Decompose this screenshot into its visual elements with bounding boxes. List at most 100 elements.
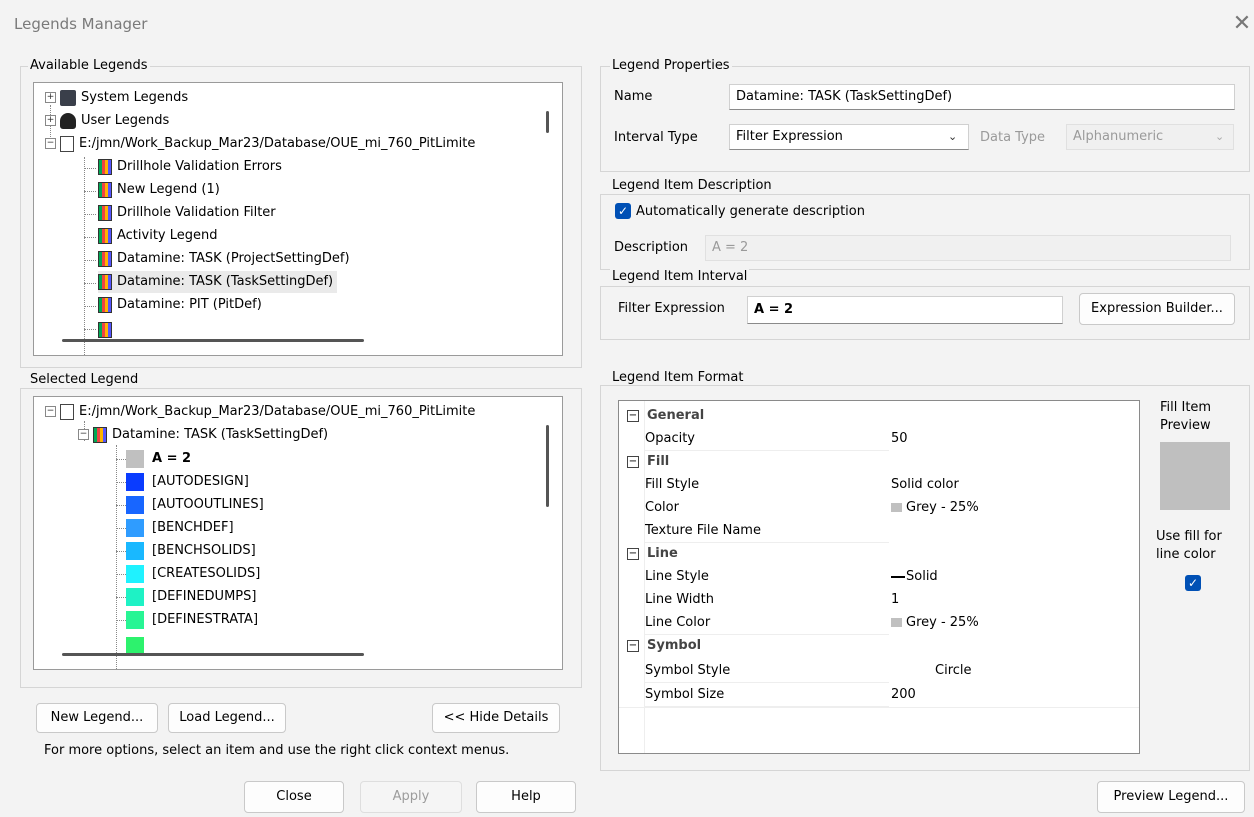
collapse-icon[interactable]: − xyxy=(45,406,56,417)
prop-row-color[interactable]: Color Grey - 25% xyxy=(619,496,1139,520)
legend-item[interactable]: [AUTODESIGN] xyxy=(126,471,249,493)
color-swatch xyxy=(126,495,144,514)
file-icon xyxy=(60,403,74,420)
prop-row-symbol-size[interactable]: Symbol Size 200 xyxy=(619,683,1139,707)
prop-row-line-color[interactable]: Line Color Grey - 25% xyxy=(619,611,1139,635)
prop-row-opacity[interactable]: Opacity 50 xyxy=(619,427,1139,451)
vertical-scrollbar[interactable] xyxy=(546,425,549,507)
collapse-icon[interactable]: − xyxy=(627,547,639,560)
color-swatch xyxy=(126,472,144,491)
chevron-down-icon: ⌄ xyxy=(1215,130,1225,143)
expand-icon[interactable]: + xyxy=(45,92,56,103)
close-button[interactable]: Close xyxy=(244,781,344,813)
interval-type-select[interactable]: Filter Expression xyxy=(729,124,969,150)
collapse-icon[interactable]: − xyxy=(627,639,639,652)
use-fill-label: Use fill for line color xyxy=(1156,529,1222,562)
legend-properties-label: Legend Properties xyxy=(610,58,732,73)
horizontal-scrollbar[interactable] xyxy=(62,653,364,656)
legend-icon xyxy=(98,296,112,313)
expand-icon[interactable]: + xyxy=(45,115,56,126)
category-symbol[interactable]: − Symbol xyxy=(619,634,1139,657)
preview-legend-button[interactable]: Preview Legend... xyxy=(1097,781,1245,813)
legend-item[interactable]: [DEFINESTRATA] xyxy=(126,609,258,631)
tree-item-legend[interactable]: Activity Legend xyxy=(98,225,218,247)
tree-item-legend-partial xyxy=(98,319,117,341)
tree-item-legend-selected[interactable]: Datamine: TASK (TaskSettingDef) xyxy=(98,271,338,293)
window-title: Legends Manager xyxy=(14,15,148,33)
help-button[interactable]: Help xyxy=(476,781,576,813)
prop-row-line-style[interactable]: Line Style Solid xyxy=(619,565,1139,589)
tree-item-legend[interactable]: Drillhole Validation Errors xyxy=(98,156,282,178)
property-grid[interactable]: − General Opacity 50 − Fill Fill Style Solid… xyxy=(618,400,1140,754)
collapse-icon[interactable]: − xyxy=(627,409,639,422)
legend-properties-group xyxy=(600,66,1250,172)
tree-item-legend[interactable]: New Legend (1) xyxy=(98,179,220,201)
collapse-icon[interactable]: − xyxy=(78,429,89,440)
load-legend-button[interactable]: Load Legend... xyxy=(168,703,286,733)
prop-row-fill-style[interactable]: Fill Style Solid color xyxy=(619,473,1139,497)
legend-item[interactable]: [CREATESOLIDS] xyxy=(126,563,260,585)
legend-icon xyxy=(98,227,112,244)
name-input[interactable]: Datamine: TASK (TaskSettingDef) xyxy=(729,84,1235,110)
collapse-icon[interactable]: − xyxy=(45,138,56,149)
tree-item-legend[interactable]: Datamine: PIT (PitDef) xyxy=(98,294,262,316)
tree-item-user-legends[interactable]: + User Legends xyxy=(45,110,169,132)
filter-expression-label: Filter Expression xyxy=(618,301,725,316)
legend-item[interactable]: [AUTOOUTLINES] xyxy=(126,494,264,516)
category-general[interactable]: − General xyxy=(619,404,1139,427)
collapse-icon[interactable]: − xyxy=(627,455,639,468)
color-swatch xyxy=(126,636,144,655)
title-bar: Legends Manager ✕ xyxy=(0,0,1254,50)
user-legends-icon xyxy=(60,112,76,129)
prop-row-texture[interactable]: Texture File Name xyxy=(619,519,1139,543)
legend-item[interactable]: [DEFINEDUMPS] xyxy=(126,586,256,608)
tree-item-system-legends[interactable]: + System Legends xyxy=(45,87,188,109)
available-legends-tree[interactable]: + System Legends + User Legends − E:/jmn/Wo… xyxy=(33,82,563,356)
hide-details-button[interactable]: << Hide Details xyxy=(432,703,560,733)
file-icon xyxy=(60,135,74,152)
filter-expression-input[interactable]: A = 2 xyxy=(747,296,1063,324)
fill-preview-label: Fill Item Preview xyxy=(1160,400,1212,433)
prop-row-symbol-style[interactable]: Symbol Style Circle xyxy=(619,659,1139,683)
format-group-label: Legend Item Format xyxy=(610,370,746,385)
description-label: Description xyxy=(614,240,689,255)
tree-item-legend[interactable]: Datamine: TASK (ProjectSettingDef) xyxy=(98,248,350,270)
description-group-label: Legend Item Description xyxy=(610,178,774,193)
new-legend-button[interactable]: New Legend... xyxy=(36,703,158,733)
color-swatch-icon xyxy=(891,503,902,512)
data-type-label: Data Type xyxy=(980,130,1046,145)
auto-description-label: Automatically generate description xyxy=(636,204,865,219)
close-icon[interactable]: ✕ xyxy=(1230,10,1254,38)
legend-item[interactable]: [BENCHSOLIDS] xyxy=(126,540,256,562)
tree-item-database[interactable]: − E:/jmn/Work_Backup_Mar23/Database/OUE_m… xyxy=(45,401,475,423)
prop-row-line-width[interactable]: Line Width 1 xyxy=(619,588,1139,612)
legend-icon xyxy=(98,158,112,175)
system-legends-icon xyxy=(60,89,76,106)
color-swatch xyxy=(126,518,144,537)
description-input[interactable]: A = 2 xyxy=(705,235,1231,261)
color-swatch xyxy=(126,564,144,583)
chevron-down-icon[interactable]: ⌄ xyxy=(948,130,957,143)
horizontal-scrollbar[interactable] xyxy=(62,339,364,342)
legend-icon xyxy=(98,204,112,221)
apply-button[interactable]: Apply xyxy=(360,781,462,813)
color-swatch xyxy=(126,610,144,629)
available-legends-label: Available Legends xyxy=(28,58,150,73)
category-fill[interactable]: − Fill xyxy=(619,450,1139,473)
legend-item[interactable]: A = 2 xyxy=(126,448,191,470)
color-swatch xyxy=(126,541,144,560)
legend-icon xyxy=(93,426,107,443)
data-type-select[interactable]: Alphanumeric xyxy=(1066,124,1234,150)
tree-item-selected-legend[interactable]: − Datamine: TASK (TaskSettingDef) xyxy=(78,424,328,446)
auto-description-checkbox[interactable]: ✓ xyxy=(615,203,631,219)
tree-item-legend[interactable]: Drillhole Validation Filter xyxy=(98,202,276,224)
expression-builder-button[interactable]: Expression Builder... xyxy=(1079,293,1235,325)
vertical-scrollbar[interactable] xyxy=(546,111,549,133)
interval-type-label: Interval Type xyxy=(614,130,698,145)
selected-legend-tree[interactable]: − E:/jmn/Work_Backup_Mar23/Database/OUE_m… xyxy=(33,396,563,670)
category-line[interactable]: − Line xyxy=(619,542,1139,565)
legend-item[interactable]: [BENCHDEF] xyxy=(126,517,234,539)
line-sample-icon xyxy=(891,575,905,578)
use-fill-checkbox[interactable]: ✓ xyxy=(1185,575,1201,591)
tree-item-database[interactable]: − E:/jmn/Work_Backup_Mar23/Database/OUE_m… xyxy=(45,133,475,155)
